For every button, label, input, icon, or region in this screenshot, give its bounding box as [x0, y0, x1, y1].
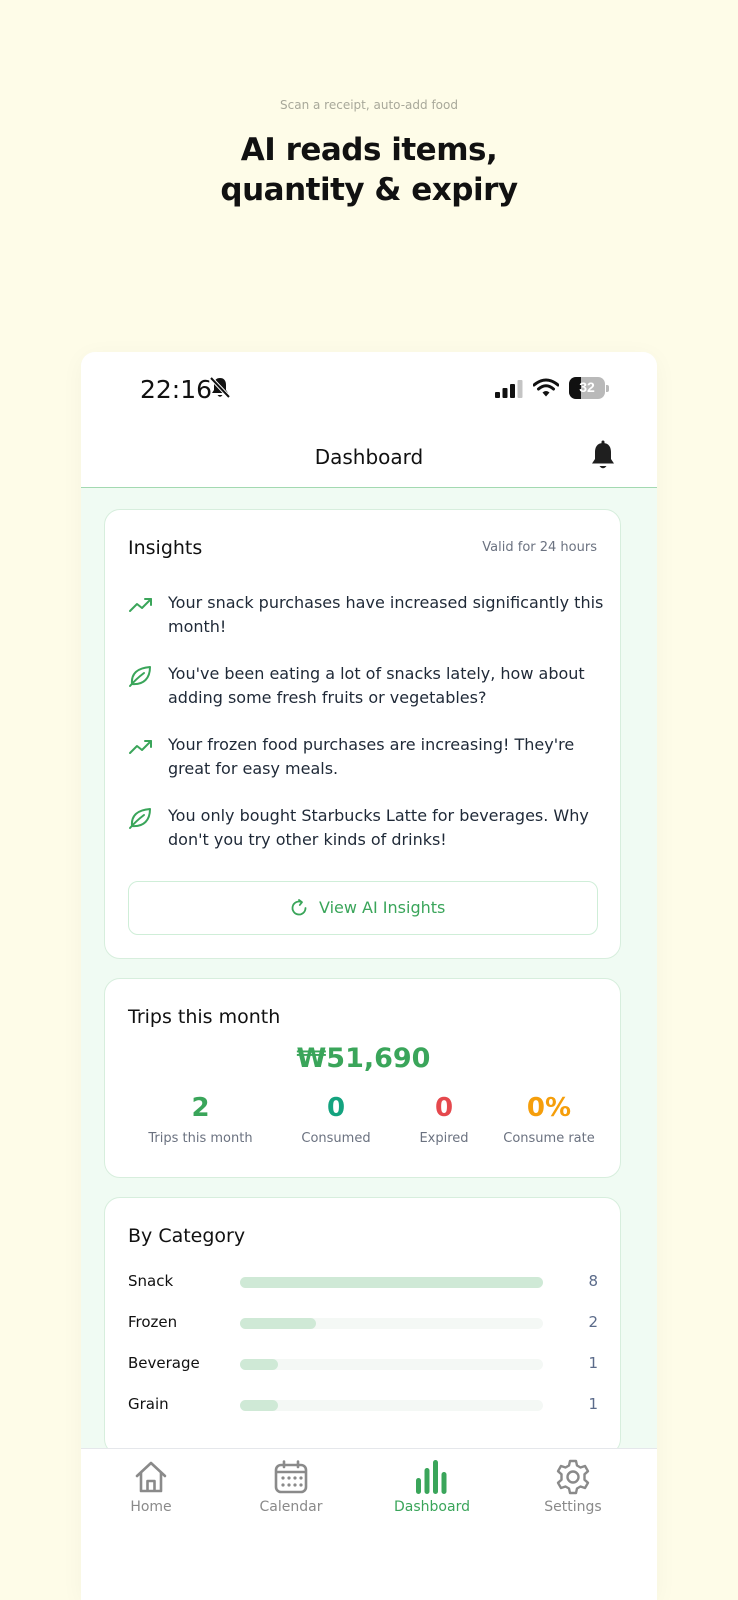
tab-dashboard-label: Dashboard	[394, 1499, 470, 1515]
stat-consume-rate-label: Consume rate	[503, 1131, 595, 1146]
category-bar-track	[240, 1277, 543, 1288]
view-ai-insights-label: View AI Insights	[319, 898, 446, 917]
leaf-icon	[129, 666, 151, 687]
refresh-icon	[291, 899, 307, 916]
category-row: Frozen 2	[128, 1311, 598, 1335]
status-bar: 22:16 32	[81, 352, 657, 436]
insight-text: You've been eating a lot of snacks latel…	[168, 664, 585, 707]
category-bar-track	[240, 1400, 543, 1411]
stat-consumed-label: Consumed	[301, 1131, 371, 1146]
category-count: 8	[588, 1272, 598, 1290]
insight-text: Your frozen food purchases are increasin…	[168, 735, 575, 778]
page-title: Dashboard	[314, 445, 424, 469]
trips-total-amount: ₩51,690	[296, 1043, 431, 1074]
insights-card: Insights Valid for 24 hours Your snack p…	[104, 509, 621, 959]
insight-text: You only bought Starbucks Latte for beve…	[168, 806, 589, 849]
stat-consume-rate-value: 0%	[526, 1093, 572, 1123]
home-icon	[135, 1461, 167, 1493]
bell-off-icon	[209, 376, 231, 399]
category-name: Grain	[128, 1395, 169, 1413]
category-bar-track	[240, 1318, 543, 1329]
gear-icon	[556, 1459, 590, 1495]
tab-dashboard[interactable]: Dashboard	[372, 1459, 492, 1515]
promo-title-line-1: AI reads items,	[240, 132, 498, 168]
leaf-icon	[129, 808, 151, 829]
by-category-title: By Category	[128, 1225, 246, 1247]
category-bar	[240, 1318, 316, 1329]
category-bar	[240, 1277, 543, 1288]
insight-text: Your snack purchases have increased sign…	[168, 593, 604, 636]
category-bar-track	[240, 1359, 543, 1370]
category-name: Snack	[128, 1272, 174, 1290]
stat-trips: 2 Trips this month	[128, 1093, 273, 1146]
bar-chart-icon	[416, 1460, 447, 1494]
battery-percent: 32	[579, 379, 595, 395]
bottom-tab-bar: Home Calendar Dashboard Settings	[81, 1448, 657, 1600]
category-name: Frozen	[128, 1313, 178, 1331]
calendar-icon	[274, 1460, 308, 1494]
promo-title: AI reads items, quantity & expiry	[0, 130, 738, 210]
stat-trips-value: 2	[191, 1093, 210, 1123]
tab-settings-label: Settings	[544, 1499, 602, 1515]
category-name: Beverage	[128, 1354, 200, 1372]
tab-calendar[interactable]: Calendar	[231, 1459, 351, 1515]
category-count: 2	[588, 1313, 598, 1331]
category-row: Snack 8	[128, 1270, 598, 1294]
category-bar	[240, 1359, 278, 1370]
category-row: Beverage 1	[128, 1352, 598, 1376]
battery-cap	[606, 385, 609, 392]
battery-indicator: 32	[569, 377, 609, 399]
tab-home[interactable]: Home	[91, 1459, 211, 1515]
stat-trips-label: Trips this month	[148, 1131, 253, 1146]
wifi-icon	[533, 378, 559, 397]
category-count: 1	[588, 1395, 598, 1413]
cellular-signal-icon	[495, 380, 523, 398]
stat-consume-rate: 0% Consume rate	[481, 1093, 617, 1146]
notification-bell-icon[interactable]	[589, 440, 617, 472]
insights-validity: Valid for 24 hours	[482, 540, 597, 555]
stat-consumed-value: 0	[326, 1093, 346, 1123]
promo-title-line-2: quantity & expiry	[220, 172, 518, 208]
trend-up-icon	[129, 598, 152, 612]
app-header: Dashboard	[81, 436, 657, 488]
trips-card: Trips this month ₩51,690 2 Trips this mo…	[104, 978, 621, 1178]
by-category-card: By Category Snack 8 Frozen 2 Beverage 1 …	[104, 1197, 621, 1455]
status-time: 22:16	[140, 375, 213, 404]
trips-title: Trips this month	[128, 1006, 281, 1028]
tab-home-label: Home	[130, 1499, 172, 1515]
phone-screen: 22:16 32 Dashboard Insights Valid for 24…	[81, 352, 657, 1600]
tab-calendar-label: Calendar	[259, 1499, 323, 1515]
category-row: Grain 1	[128, 1393, 598, 1417]
trend-up-icon	[129, 740, 152, 754]
stat-consumed: 0 Consumed	[277, 1093, 395, 1146]
category-count: 1	[588, 1354, 598, 1372]
view-ai-insights-button[interactable]: View AI Insights	[128, 881, 598, 935]
promo-subtitle: Scan a receipt, auto-add food	[280, 98, 458, 112]
insights-title: Insights	[128, 537, 203, 559]
category-bar	[240, 1400, 278, 1411]
tab-settings[interactable]: Settings	[513, 1459, 633, 1515]
